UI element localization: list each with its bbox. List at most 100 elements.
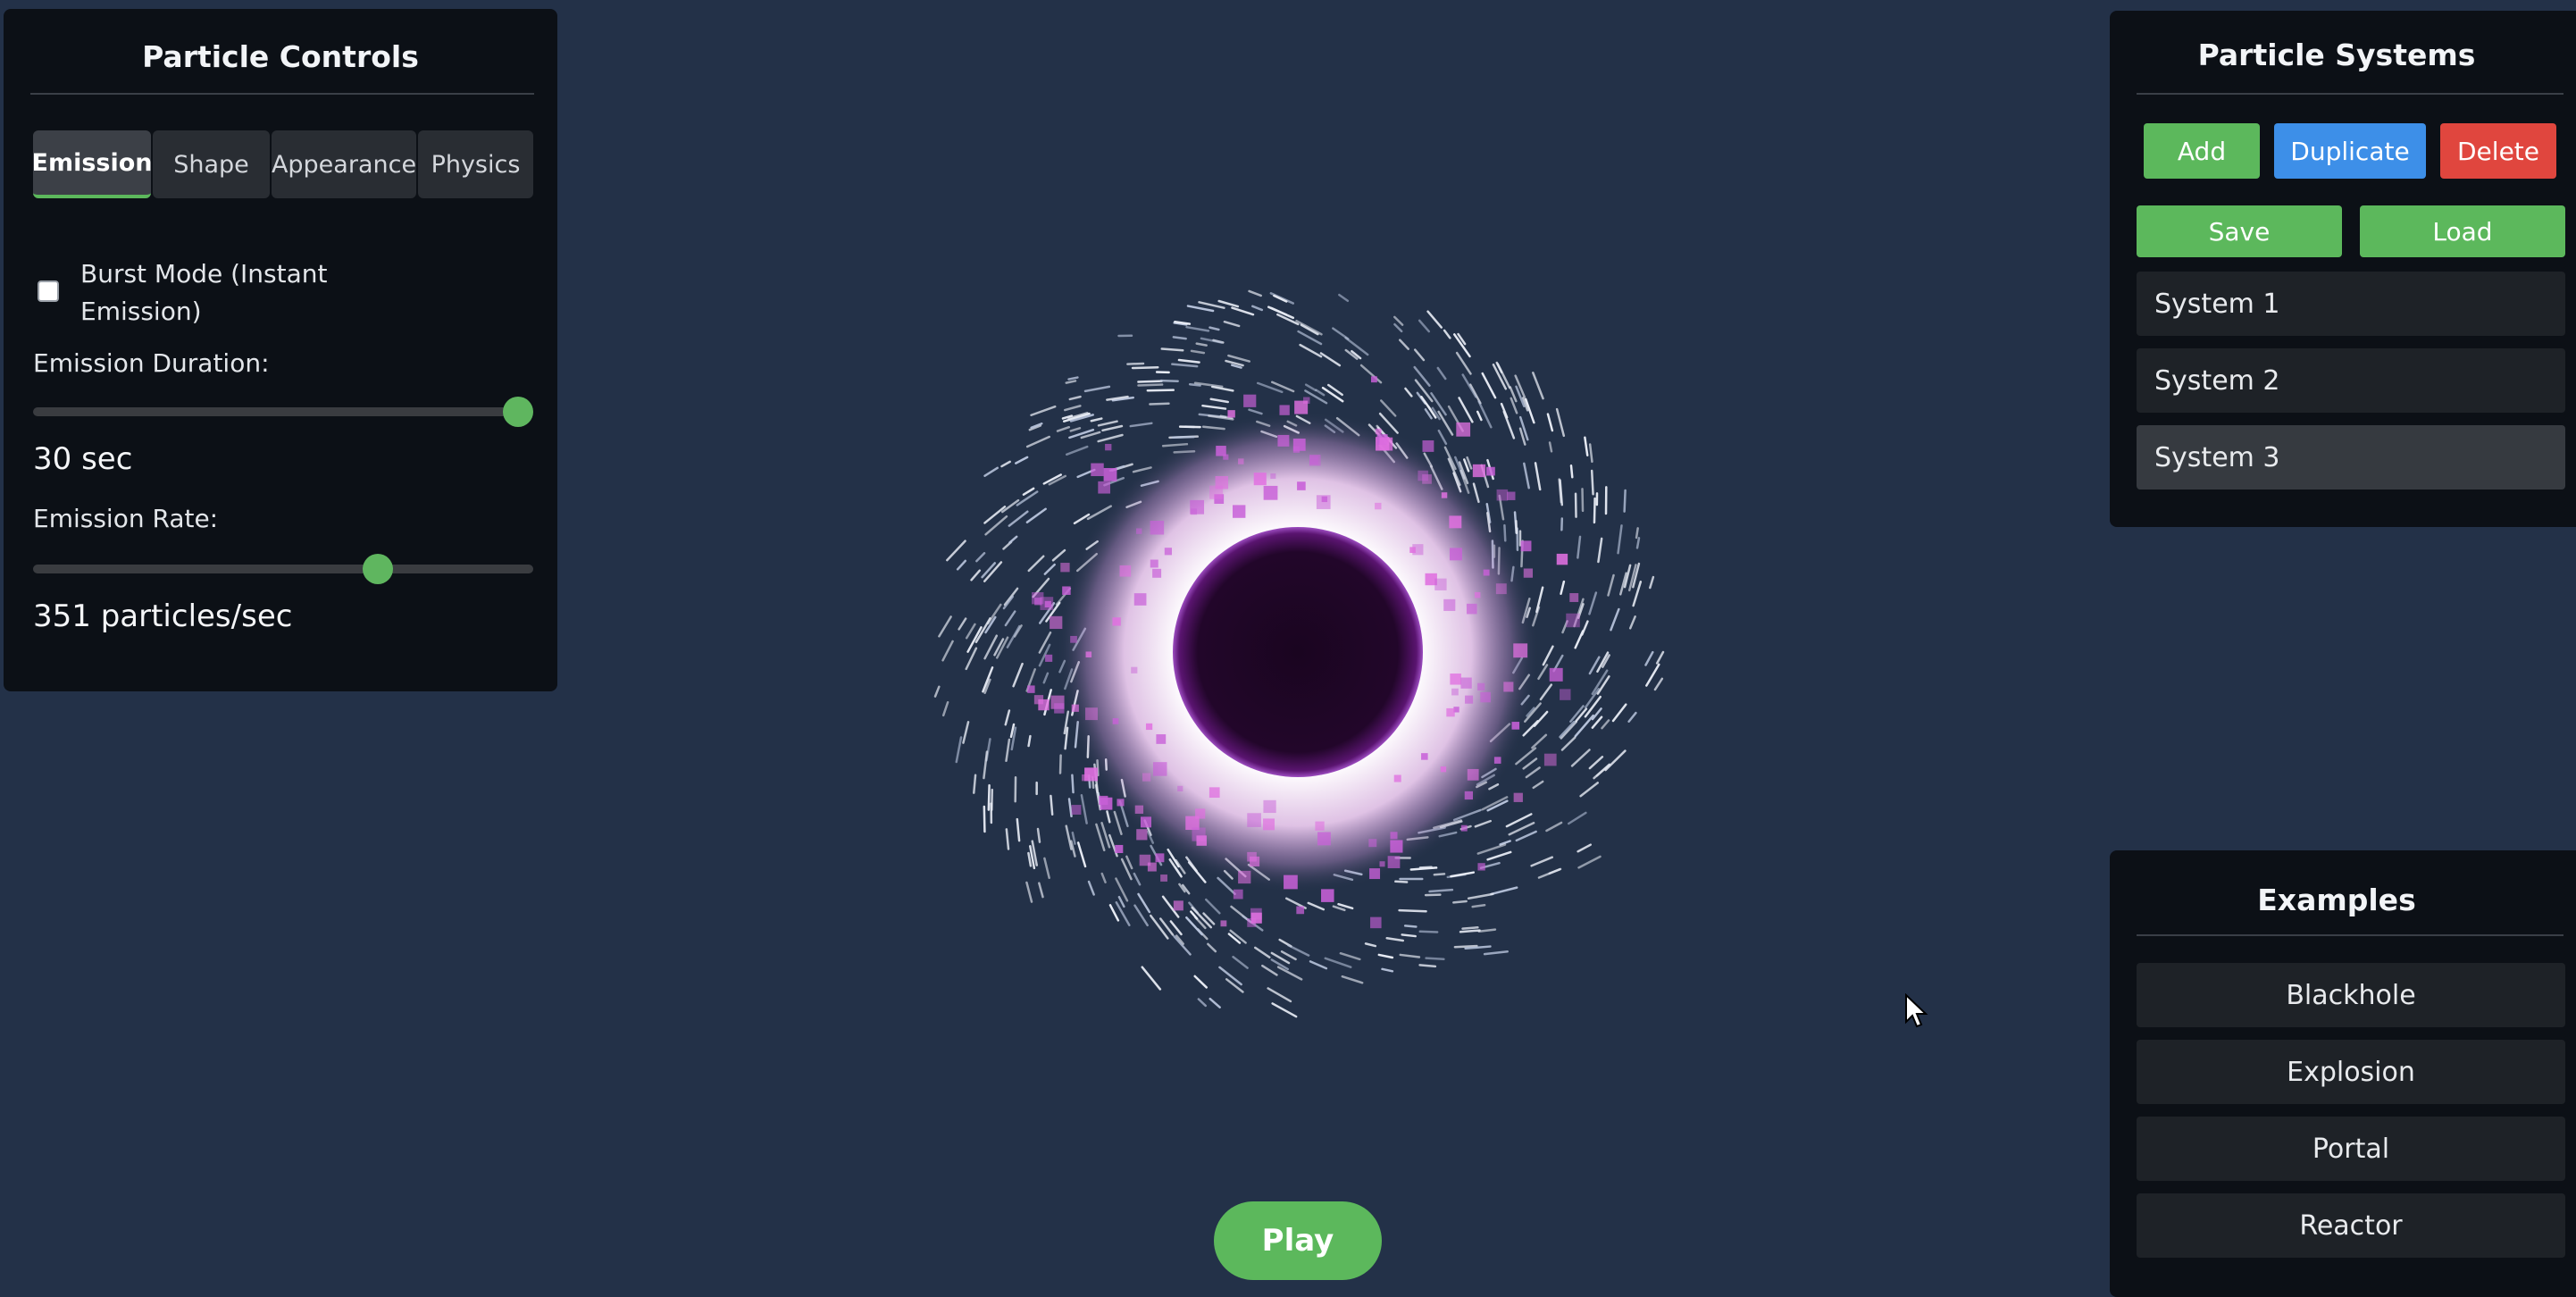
particle-streak [1468, 894, 1493, 899]
particle-streak [1585, 689, 1599, 707]
tab-physics[interactable]: Physics [418, 130, 533, 198]
particle-streak [1560, 722, 1575, 737]
particle-streak [1099, 435, 1123, 441]
example-blackhole[interactable]: Blackhole [2137, 963, 2565, 1027]
particle-streak [1581, 782, 1598, 796]
particle-streak [1306, 385, 1316, 390]
save-button[interactable]: Save [2137, 205, 2342, 257]
particle-streak [1342, 976, 1362, 983]
example-explosion[interactable]: Explosion [2137, 1040, 2565, 1104]
particle-streak [1548, 414, 1552, 431]
delete-system-button[interactable]: Delete [2440, 123, 2556, 179]
emission-rate-slider[interactable] [33, 565, 533, 573]
particle-streak [1524, 758, 1536, 768]
particle-streak [1405, 389, 1411, 396]
particle-streak [983, 752, 987, 778]
particle-canvas[interactable] [929, 232, 1697, 1018]
tab-appearance[interactable]: Appearance [272, 130, 416, 198]
particle-streak [958, 561, 966, 569]
emission-rate-label: Emission Rate: [33, 504, 218, 533]
particle-streak [1250, 410, 1262, 414]
particle-streak [1339, 295, 1347, 301]
particle-streak [1618, 525, 1622, 553]
emission-rate-slider-thumb[interactable] [363, 554, 393, 584]
emission-duration-slider-thumb[interactable] [503, 397, 533, 427]
mouse-cursor-icon [1904, 993, 1929, 1029]
divider [2137, 934, 2563, 936]
particle-streak [1272, 308, 1286, 314]
particle-streak [1060, 756, 1061, 774]
system-item[interactable]: System 1 [2137, 272, 2565, 336]
particle-streak [1630, 616, 1635, 628]
add-system-button[interactable]: Add [2144, 123, 2260, 179]
particle-streak [1583, 489, 1584, 510]
duplicate-system-button[interactable]: Duplicate [2274, 123, 2426, 179]
particle-streak [1202, 406, 1225, 408]
particle-streak [1234, 957, 1248, 967]
pink-particle [1082, 774, 1088, 781]
particle-streak [1420, 965, 1435, 966]
particle-streak [1438, 368, 1445, 379]
particle-streak [1150, 404, 1168, 405]
particle-streak [1071, 428, 1080, 431]
particle-streak [1526, 767, 1540, 777]
pink-particle [1134, 593, 1147, 606]
particle-streak [1444, 331, 1450, 338]
particle-streak [1613, 705, 1626, 721]
pink-particle [1136, 829, 1147, 840]
particle-streak [1401, 955, 1419, 958]
particle-streak [1110, 905, 1118, 920]
particle-streak [1625, 490, 1626, 512]
particle-streak [939, 616, 950, 636]
example-portal[interactable]: Portal [2137, 1117, 2565, 1181]
pink-particle [1468, 769, 1479, 781]
particle-streak [1288, 945, 1309, 955]
particle-streak [1419, 321, 1429, 331]
system-item[interactable]: System 2 [2137, 348, 2565, 413]
pink-particle [1216, 446, 1226, 456]
example-reactor[interactable]: Reactor [2137, 1193, 2565, 1258]
particle-streak [1598, 676, 1610, 693]
particle-streak [1009, 512, 1027, 526]
pink-particle [1153, 762, 1167, 776]
particle-streak [1208, 944, 1215, 951]
pink-particle [1560, 689, 1570, 699]
particle-streak [1629, 713, 1636, 722]
load-button[interactable]: Load [2360, 205, 2565, 257]
particle-streak [1334, 907, 1344, 910]
particle-streak [966, 624, 974, 638]
particle-streak [1089, 882, 1094, 894]
particle-streak [1027, 509, 1046, 523]
particle-streak [1175, 936, 1191, 954]
particle-streak [1017, 492, 1037, 506]
particle-streak [1187, 327, 1209, 331]
play-button[interactable]: Play [1214, 1201, 1382, 1280]
particle-streak [1646, 665, 1659, 686]
pink-particle [1434, 579, 1446, 590]
particle-streak [1066, 381, 1075, 382]
burst-mode-checkbox[interactable] [38, 280, 59, 302]
pink-particle [1113, 718, 1119, 724]
pink-particle [1477, 863, 1485, 870]
pink-particle [1146, 724, 1152, 730]
emission-duration-slider[interactable] [33, 407, 533, 416]
pink-particle [1368, 839, 1376, 847]
particle-streak [1232, 308, 1253, 315]
pink-particle [1264, 486, 1278, 500]
particle-streak [989, 785, 990, 809]
pink-particle [1197, 835, 1207, 845]
system-item-selected[interactable]: System 3 [2137, 425, 2565, 490]
particle-streak [1009, 537, 1016, 543]
pink-particle [1091, 464, 1103, 476]
particle-streak [1430, 890, 1452, 891]
burst-mode-label: Burst Mode (Instant Emission) [80, 255, 375, 331]
tab-emission[interactable]: Emission [33, 130, 151, 198]
pink-particle [1279, 405, 1289, 414]
particle-streak [1210, 999, 1220, 1007]
particle-streak [1534, 782, 1543, 788]
pink-particle [1371, 376, 1377, 382]
pink-particle [1566, 614, 1580, 628]
pink-particle [1486, 467, 1495, 476]
tab-shape[interactable]: Shape [153, 130, 270, 198]
particle-streak [1411, 867, 1436, 869]
